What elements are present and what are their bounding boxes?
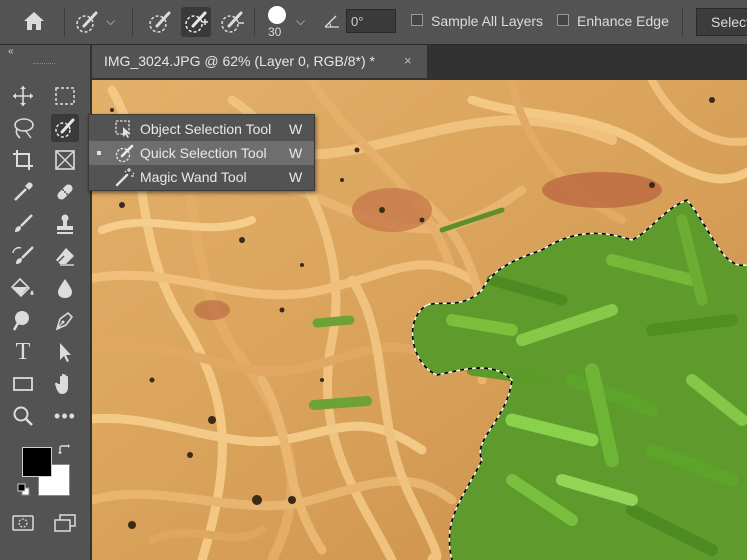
document-tab-title: IMG_3024.JPG @ 62% (Layer 0, RGB/8*) * — [104, 53, 375, 69]
subtract-from-selection-icon[interactable] — [218, 8, 246, 36]
blur-icon[interactable] — [51, 274, 79, 302]
rectangle-icon[interactable] — [9, 370, 37, 398]
angle-input[interactable]: 0° — [346, 9, 396, 33]
flyout-label: Object Selection Tool — [140, 121, 272, 137]
enhance-edge-checkbox[interactable] — [557, 14, 569, 26]
quick-mask-icon[interactable] — [9, 509, 37, 537]
quick-selection-icon[interactable] — [51, 114, 79, 142]
move-icon[interactable] — [9, 82, 37, 110]
selection-tools-flyout: Object Selection Tool W Quick Selection … — [88, 114, 315, 191]
brush-preview-icon[interactable] — [266, 4, 288, 26]
flyout-shortcut: W — [289, 169, 303, 185]
flyout-shortcut: W — [289, 121, 303, 137]
default-colors-icon[interactable] — [16, 482, 32, 498]
options-bar: ⌵ 30 ⌵ 0° Sample All Layers Enhance Edge… — [0, 0, 747, 45]
add-to-selection-icon[interactable] — [181, 7, 211, 37]
flyout-item-object-selection[interactable]: Object Selection Tool W — [89, 117, 314, 141]
panel-grip[interactable] — [33, 63, 55, 66]
dodge-icon[interactable] — [9, 306, 37, 334]
foreground-color-swatch[interactable] — [22, 447, 52, 477]
flyout-label: Magic Wand Tool — [140, 169, 247, 185]
new-selection-icon[interactable] — [146, 8, 174, 36]
hand-icon[interactable] — [51, 370, 79, 398]
sample-all-layers-checkbox[interactable] — [411, 14, 423, 26]
selected-bullet-icon — [97, 151, 101, 155]
frame-icon[interactable] — [51, 146, 79, 174]
tool-preset-quick-selection-icon[interactable] — [72, 8, 102, 36]
sample-all-layers-label: Sample All Layers — [431, 13, 544, 29]
zoom-icon[interactable] — [9, 402, 37, 430]
crop-icon[interactable] — [9, 146, 37, 174]
brush-icon[interactable] — [9, 210, 37, 238]
flyout-label: Quick Selection Tool — [140, 145, 267, 161]
angle-icon — [324, 14, 340, 28]
flyout-shortcut: W — [289, 145, 303, 161]
close-tab-icon[interactable]: × — [404, 53, 412, 68]
enhance-edge-label: Enhance Edge — [577, 13, 669, 29]
history-brush-icon[interactable] — [9, 242, 37, 270]
pen-icon[interactable] — [51, 306, 79, 334]
path-selection-icon[interactable] — [51, 338, 79, 366]
screen-mode-icon[interactable] — [51, 509, 79, 537]
eraser-icon[interactable] — [51, 242, 79, 270]
type-icon[interactable]: T — [9, 338, 37, 366]
brush-size-value: 30 — [268, 25, 282, 39]
preset-dropdown-chevron-icon[interactable]: ⌵ — [106, 14, 115, 29]
more-tools-icon[interactable]: ••• — [51, 402, 79, 430]
flyout-item-quick-selection[interactable]: Quick Selection Tool W — [89, 141, 314, 165]
paint-bucket-icon[interactable] — [9, 274, 37, 302]
brush-dropdown-chevron-icon[interactable]: ⌵ — [296, 14, 305, 29]
swap-colors-icon[interactable] — [54, 440, 74, 460]
collapse-panel-icon[interactable]: « — [8, 46, 14, 57]
stamp-icon[interactable] — [51, 210, 79, 238]
home-icon[interactable] — [22, 10, 46, 32]
flyout-item-magic-wand[interactable]: Magic Wand Tool W — [89, 165, 314, 189]
lasso-icon[interactable] — [9, 114, 37, 142]
select-subject-button[interactable]: Select — [696, 8, 747, 36]
magic-wand-icon — [114, 167, 136, 192]
healing-brush-icon[interactable] — [51, 178, 79, 206]
marquee-icon[interactable] — [51, 82, 79, 110]
eyedropper-icon[interactable] — [9, 178, 37, 206]
